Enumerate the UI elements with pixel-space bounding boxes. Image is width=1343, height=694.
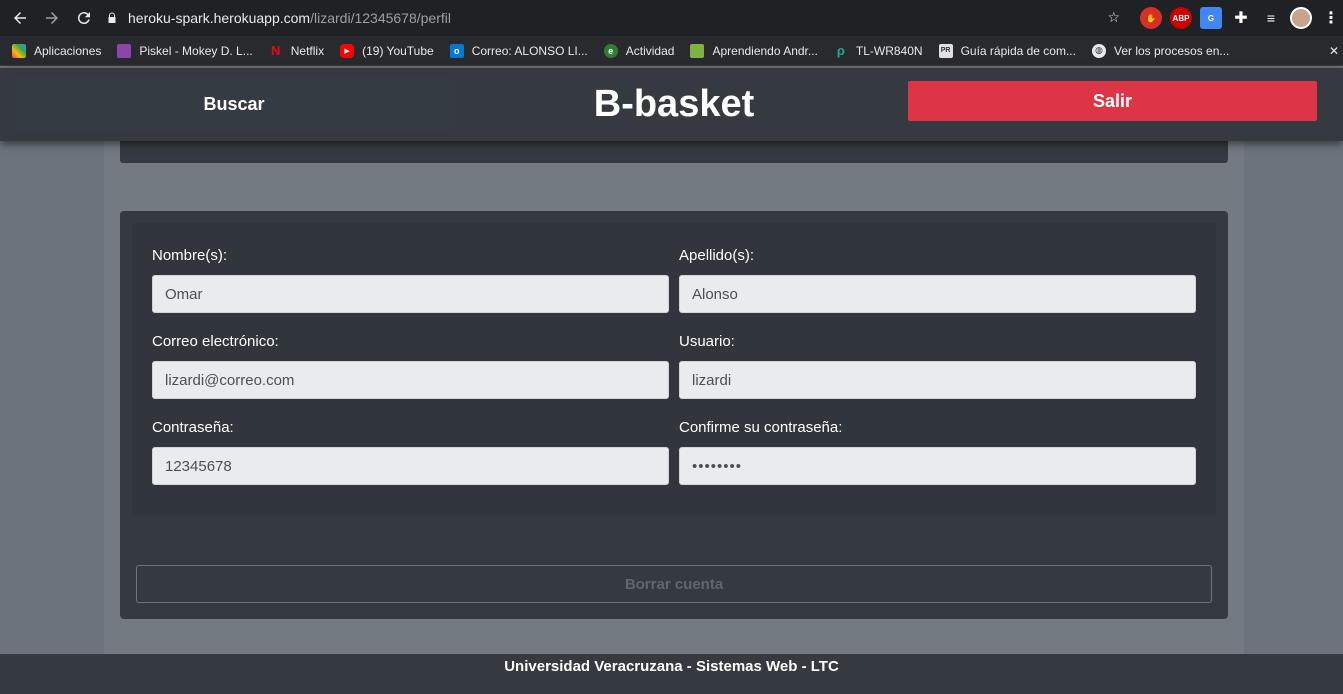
menu-dots-icon[interactable]: ⋮ bbox=[1320, 7, 1342, 29]
correo-label: Correo electrónico: bbox=[152, 333, 279, 350]
bookmark-label: TL-WR840N bbox=[855, 43, 923, 58]
netflix-icon: N bbox=[271, 43, 281, 58]
bookmark-actividad[interactable]: e Actividad bbox=[603, 43, 675, 58]
apellido-input[interactable]: Alonso bbox=[679, 275, 1196, 313]
puzzle-icon[interactable]: ✚ bbox=[1230, 7, 1252, 29]
tplink-icon: ρ bbox=[836, 43, 845, 58]
bookmark-label: Aprendiendo Andr... bbox=[712, 43, 818, 58]
search-button[interactable]: Buscar bbox=[14, 76, 454, 132]
forward-arrow-icon[interactable] bbox=[38, 4, 66, 32]
bookmark-guia[interactable]: PR Guía rápida de com... bbox=[938, 43, 1076, 58]
avatar[interactable] bbox=[1290, 7, 1312, 29]
piskel-icon bbox=[117, 43, 132, 58]
apellido-label: Apellido(s): bbox=[679, 247, 755, 264]
bookmark-label: Piskel - Mokey D. L... bbox=[139, 43, 253, 58]
usuario-input[interactable]: lizardi bbox=[679, 361, 1196, 399]
bookmark-tplink[interactable]: ρ TL-WR840N bbox=[834, 43, 923, 58]
footer-text: Universidad Veracruzana - Sistemas Web -… bbox=[504, 658, 839, 675]
bookmark-piskel[interactable]: Piskel - Mokey D. L... bbox=[117, 43, 253, 58]
bookmark-label: Aplicaciones bbox=[34, 43, 102, 58]
android-icon bbox=[690, 43, 705, 58]
bookmark-aplicaciones[interactable]: Aplicaciones bbox=[12, 43, 102, 58]
translate-icon[interactable]: G bbox=[1200, 7, 1222, 29]
adblock-icon[interactable]: ABP bbox=[1170, 7, 1192, 29]
password-label: Contraseña: bbox=[152, 419, 234, 436]
youtube-icon: ▶ bbox=[340, 43, 355, 58]
bookmarks-bar: Aplicaciones Piskel - Mokey D. L... N Ne… bbox=[0, 36, 1343, 66]
profile-form-card: Nombre(s): Omar Apellido(s): Alonso Corr… bbox=[120, 211, 1228, 619]
bookmark-correo[interactable]: o Correo: ALONSO LI... bbox=[449, 43, 588, 58]
password-input[interactable]: 12345678 bbox=[152, 447, 669, 485]
bookmark-label: Actividad bbox=[625, 43, 675, 58]
more-bookmarks-icon[interactable]: ✕ bbox=[1329, 44, 1339, 58]
globe-icon: ◍ bbox=[1091, 43, 1106, 58]
confirm-password-input[interactable]: •••••••• bbox=[679, 447, 1196, 485]
bookmark-procesos[interactable]: ◍ Ver los procesos en... bbox=[1091, 43, 1230, 58]
stop-extension-icon[interactable]: ✋ bbox=[1140, 7, 1162, 29]
bookmark-youtube[interactable]: ▶ (19) YouTube bbox=[340, 43, 434, 58]
extensions-area: ✋ ABP G ✚ ≡ ⋮ bbox=[1140, 7, 1342, 29]
delete-account-button[interactable]: Borrar cuenta bbox=[136, 565, 1212, 603]
footer: Universidad Veracruzana - Sistemas Web -… bbox=[0, 654, 1343, 694]
confirm-password-label: Confirme su contraseña: bbox=[679, 419, 843, 436]
logout-button[interactable]: Salir bbox=[908, 81, 1317, 121]
brand-title[interactable]: B-basket bbox=[454, 76, 894, 132]
bookmark-netflix[interactable]: N Netflix bbox=[269, 43, 325, 58]
address-bar[interactable]: heroku-spark.herokuapp.com/lizardi/12345… bbox=[106, 5, 1132, 31]
document-icon: PR bbox=[938, 43, 953, 58]
browser-toolbar: heroku-spark.herokuapp.com/lizardi/12345… bbox=[0, 0, 1343, 36]
profile-form: Nombre(s): Omar Apellido(s): Alonso Corr… bbox=[132, 223, 1216, 516]
outlook-icon: o bbox=[449, 43, 464, 58]
bookmark-label: Ver los procesos en... bbox=[1113, 43, 1230, 58]
email-field[interactable]: lizardi@correo.com bbox=[152, 361, 669, 399]
url-path: /lizardi/12345678/perfil bbox=[310, 10, 451, 26]
bookmark-aprendiendo-android[interactable]: Aprendiendo Andr... bbox=[690, 43, 818, 58]
bookmark-label: Correo: ALONSO LI... bbox=[471, 43, 588, 58]
usuario-label: Usuario: bbox=[679, 333, 735, 350]
lock-icon bbox=[106, 12, 120, 24]
reload-icon[interactable] bbox=[70, 4, 98, 32]
app-header: Buscar B-basket Salir bbox=[0, 68, 1343, 141]
apps-grid-icon bbox=[12, 43, 26, 58]
bookmark-label: Netflix bbox=[290, 43, 325, 58]
media-control-icon[interactable]: ≡ bbox=[1260, 7, 1282, 29]
bookmark-label: Guía rápida de com... bbox=[960, 43, 1076, 58]
bookmark-star-icon[interactable]: ☆ bbox=[1107, 9, 1120, 26]
nombre-label: Nombre(s): bbox=[152, 247, 228, 264]
eminus-icon: e bbox=[603, 43, 618, 58]
bookmark-label: (19) YouTube bbox=[362, 43, 434, 58]
nombre-input[interactable]: Omar bbox=[152, 275, 669, 313]
url-host: heroku-spark.herokuapp.com bbox=[128, 10, 311, 26]
back-arrow-icon[interactable] bbox=[6, 4, 34, 32]
